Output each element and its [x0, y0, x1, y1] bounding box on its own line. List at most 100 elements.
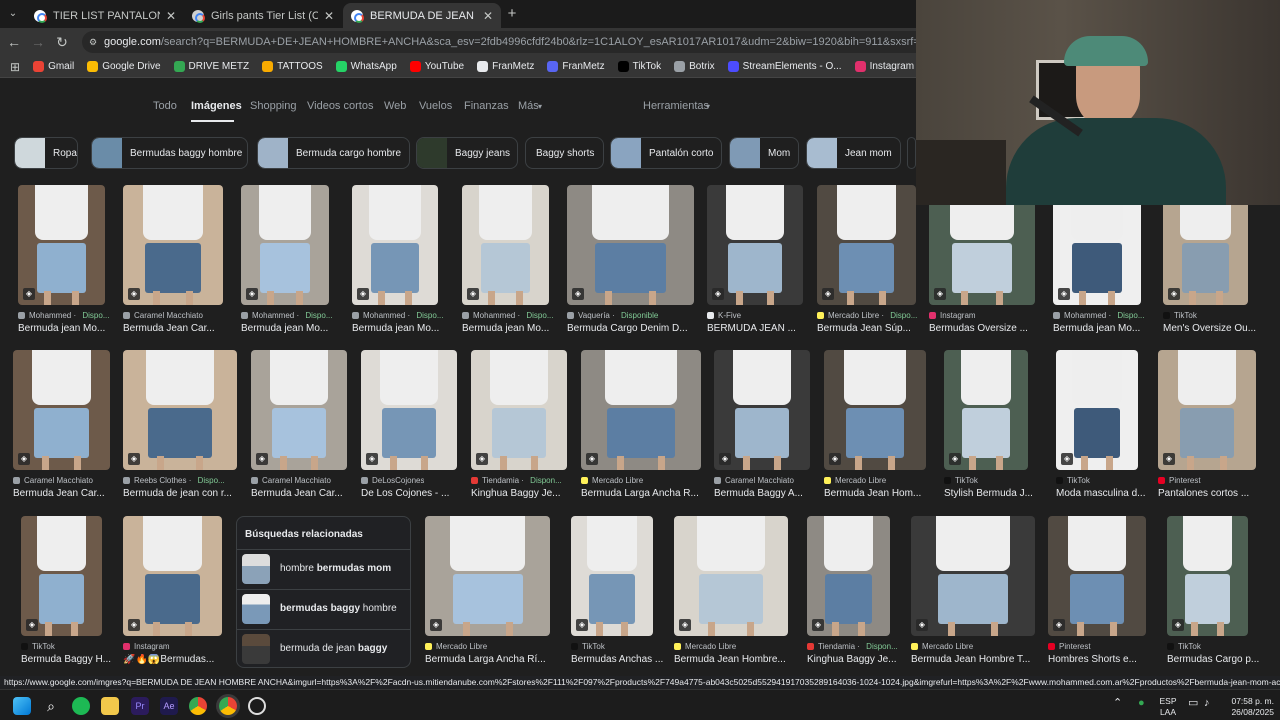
result-source[interactable]: Mohammed · Dispo... [18, 311, 109, 320]
bookmark-item[interactable]: YouTube [409, 61, 464, 72]
bookmark-item[interactable]: FranMetz [477, 61, 534, 72]
bookmark-item[interactable]: TikTok [617, 61, 661, 72]
bookmark-item[interactable]: DRIVE METZ [173, 61, 249, 72]
result-source[interactable]: TikTok [1167, 642, 1201, 651]
result-source[interactable]: Vaquería · Disponible [567, 311, 658, 320]
tab-3-active[interactable]: BERMUDA DE JEAN HOMBRE ANCHA ✕ [343, 3, 501, 28]
result-source[interactable]: Mercado Libre [425, 642, 487, 651]
result-caption[interactable]: BERMUDA JEAN ... [707, 323, 796, 334]
image-result-thumbnail[interactable]: ◈ [1056, 350, 1138, 470]
result-caption[interactable]: De Los Cojones - ... [361, 488, 449, 499]
image-result-thumbnail[interactable]: ◈ [13, 350, 110, 470]
result-source[interactable]: Pinterest [1158, 476, 1201, 485]
nav-finanzas[interactable]: Finanzas [464, 100, 509, 112]
image-result-thumbnail[interactable]: ◈ [1048, 516, 1146, 636]
result-caption[interactable]: Bermuda jean Mo... [18, 323, 105, 334]
chrome-active-icon[interactable] [219, 697, 237, 715]
result-source[interactable]: TikTok [571, 642, 605, 651]
filter-chip[interactable]: Baggy shorts [525, 137, 604, 169]
image-result-thumbnail[interactable]: ◈ [462, 185, 549, 305]
image-result-thumbnail[interactable]: ◈ [674, 516, 788, 636]
image-result-thumbnail[interactable]: ◈ [817, 185, 916, 305]
windows-start-icon[interactable] [13, 697, 31, 715]
result-caption[interactable]: Kinghua Baggy Je... [807, 654, 897, 665]
result-caption[interactable]: Bermuda jean Mo... [1053, 323, 1140, 334]
result-caption[interactable]: Bermuda Jean Súp... [817, 323, 911, 334]
result-source[interactable]: Caramel Macchiato [714, 476, 794, 485]
result-caption[interactable]: Bermudas Oversize ... [929, 323, 1028, 334]
result-caption[interactable]: Bermuda Jean Hombre T... [911, 654, 1030, 665]
result-source[interactable]: TikTok [1163, 311, 1197, 320]
bookmark-item[interactable]: FranMetz [547, 61, 605, 72]
result-caption[interactable]: Bermuda Baggy A... [714, 488, 803, 499]
nav-shopping[interactable]: Shopping [250, 100, 297, 112]
tray-overflow-icon[interactable]: ⌃ [1113, 698, 1122, 709]
result-source[interactable]: Mohammed · Dispo... [352, 311, 443, 320]
image-result-thumbnail[interactable]: ◈ [123, 350, 237, 470]
image-result-thumbnail[interactable]: ◈ [1158, 350, 1256, 470]
filter-chip[interactable]: Jean mom [806, 137, 901, 169]
spotify-icon[interactable] [72, 697, 90, 715]
apps-grid-icon[interactable]: ⊞ [10, 60, 20, 74]
result-source[interactable]: Tiendamia · Dispon... [471, 476, 562, 485]
result-caption[interactable]: Bermuda Jean Hombre... [674, 654, 786, 665]
filter-chip-partial[interactable] [907, 137, 916, 169]
image-result-thumbnail[interactable]: ◈ [944, 350, 1028, 470]
result-source[interactable]: Mercado Libre · Dispo... [817, 311, 917, 320]
result-caption[interactable]: Bermuda Jean Hom... [824, 488, 921, 499]
result-source[interactable]: TikTok [944, 476, 978, 485]
microphone-icon[interactable]: ● [1138, 698, 1145, 709]
result-caption[interactable]: Bermuda jean Mo... [352, 323, 439, 334]
result-source[interactable]: Reebs Clothes · Dispo... [123, 476, 225, 485]
tab-1[interactable]: TIER LIST PANTALONES DE MUJER ✕ [26, 3, 184, 28]
related-search-item[interactable]: bermuda de jean baggy [237, 629, 410, 667]
result-source[interactable]: DeLosCojones [361, 476, 424, 485]
result-source[interactable]: Pinterest [1048, 642, 1091, 651]
reload-icon[interactable]: ↻ [53, 33, 71, 51]
bookmark-item[interactable]: Instagram [854, 61, 914, 72]
nav-todo[interactable]: Todo [153, 100, 177, 112]
bookmark-item[interactable]: Gmail [33, 61, 74, 72]
image-result-thumbnail[interactable]: ◈ [471, 350, 567, 470]
keyboard-language[interactable]: ESP LAA [1156, 696, 1180, 718]
result-caption[interactable]: Bermuda Jean Car... [251, 488, 343, 499]
result-caption[interactable]: Bermuda de jean con r... [123, 488, 232, 499]
related-search-item[interactable]: hombre bermudas mom [237, 549, 410, 587]
result-caption[interactable]: Bermudas Anchas ... [571, 654, 663, 665]
image-result-thumbnail[interactable]: ◈ [21, 516, 102, 636]
result-caption[interactable]: Bermuda Larga Ancha Rí... [425, 654, 546, 665]
bookmark-item[interactable]: Botrix [674, 61, 715, 72]
image-result-thumbnail[interactable]: ◈ [123, 516, 222, 636]
related-search-item[interactable]: bermudas baggy hombre [237, 589, 410, 627]
back-icon[interactable]: ← [5, 33, 23, 51]
result-caption[interactable]: Bermuda Larga Ancha R... [581, 488, 699, 499]
file-explorer-icon[interactable] [101, 697, 119, 715]
result-source[interactable]: Caramel Macchiato [251, 476, 331, 485]
bookmark-item[interactable]: StreamElements - O... [727, 61, 842, 72]
close-tab-icon[interactable]: ✕ [324, 9, 334, 23]
image-result-thumbnail[interactable]: ◈ [1167, 516, 1248, 636]
result-source[interactable]: Instagram [123, 642, 170, 651]
result-caption[interactable]: Kinghua Baggy Je... [471, 488, 561, 499]
result-source[interactable]: Mohammed · Dispo... [241, 311, 332, 320]
nav-herramientas[interactable]: Herramientas [643, 100, 709, 112]
image-result-thumbnail[interactable]: ◈ [123, 185, 223, 305]
result-source[interactable]: TikTok [1056, 476, 1090, 485]
tab-search-chevron-icon[interactable]: ⌄ [4, 5, 22, 23]
filter-chip[interactable]: Mom [729, 137, 799, 169]
image-result-thumbnail[interactable]: ◈ [714, 350, 810, 470]
volume-icon[interactable]: ♪ [1204, 698, 1210, 709]
result-source[interactable]: Instagram [929, 311, 976, 320]
image-result-thumbnail[interactable]: ◈ [581, 350, 701, 470]
image-result-thumbnail[interactable]: ◈ [241, 185, 329, 305]
result-source[interactable]: Mohammed · Dispo... [462, 311, 553, 320]
new-tab-button[interactable]: + [503, 5, 521, 23]
filter-chip[interactable]: Baggy jeans [416, 137, 518, 169]
result-caption[interactable]: Bermuda jean Mo... [241, 323, 328, 334]
result-source[interactable]: Mohammed · Dispo... [1053, 311, 1144, 320]
filter-chip[interactable]: Bermuda cargo hombre [257, 137, 410, 169]
network-icon[interactable]: ▭ [1188, 698, 1198, 709]
image-result-thumbnail[interactable]: ◈ [807, 516, 890, 636]
image-result-thumbnail[interactable]: ◈ [251, 350, 347, 470]
site-info-icon[interactable]: ⚙ [89, 31, 97, 53]
